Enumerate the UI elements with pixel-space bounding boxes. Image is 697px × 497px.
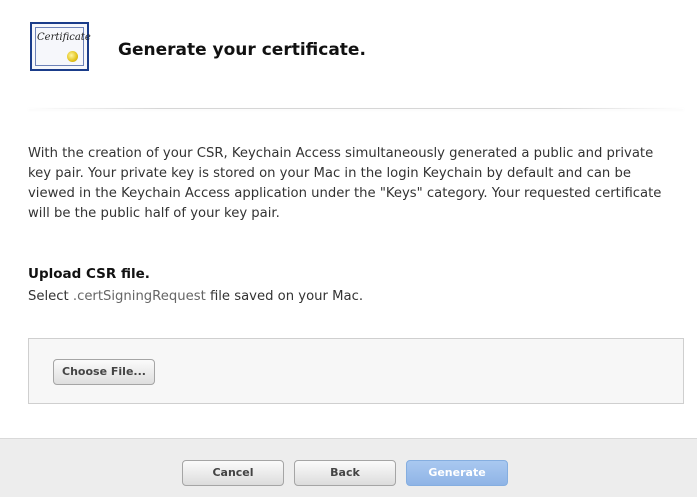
cancel-button[interactable]: Cancel — [182, 460, 284, 486]
file-upload-panel: Choose File... — [28, 338, 684, 404]
back-button[interactable]: Back — [294, 460, 396, 486]
upload-instructions-prefix: Select — [28, 289, 73, 304]
page-title: Generate your certificate. — [118, 40, 366, 60]
certificate-icon: Certificate — [30, 22, 91, 71]
choose-file-button[interactable]: Choose File... — [53, 359, 155, 385]
upload-section-title: Upload CSR file. — [28, 266, 150, 282]
upload-instructions-suffix: file saved on your Mac. — [205, 289, 364, 304]
generate-button[interactable]: Generate — [406, 460, 508, 486]
certificate-icon-text: Certificate — [37, 32, 91, 43]
page-header: Certificate Generate your certificate. — [0, 0, 697, 110]
description-text: With the creation of your CSR, Keychain … — [28, 146, 662, 221]
upload-instructions: Select .certSigningRequest file saved on… — [28, 289, 363, 304]
seal-icon — [67, 51, 78, 62]
file-extension: .certSigningRequest — [72, 289, 206, 304]
header-divider — [28, 108, 684, 109]
footer-bar: Cancel Back Generate — [0, 438, 697, 497]
